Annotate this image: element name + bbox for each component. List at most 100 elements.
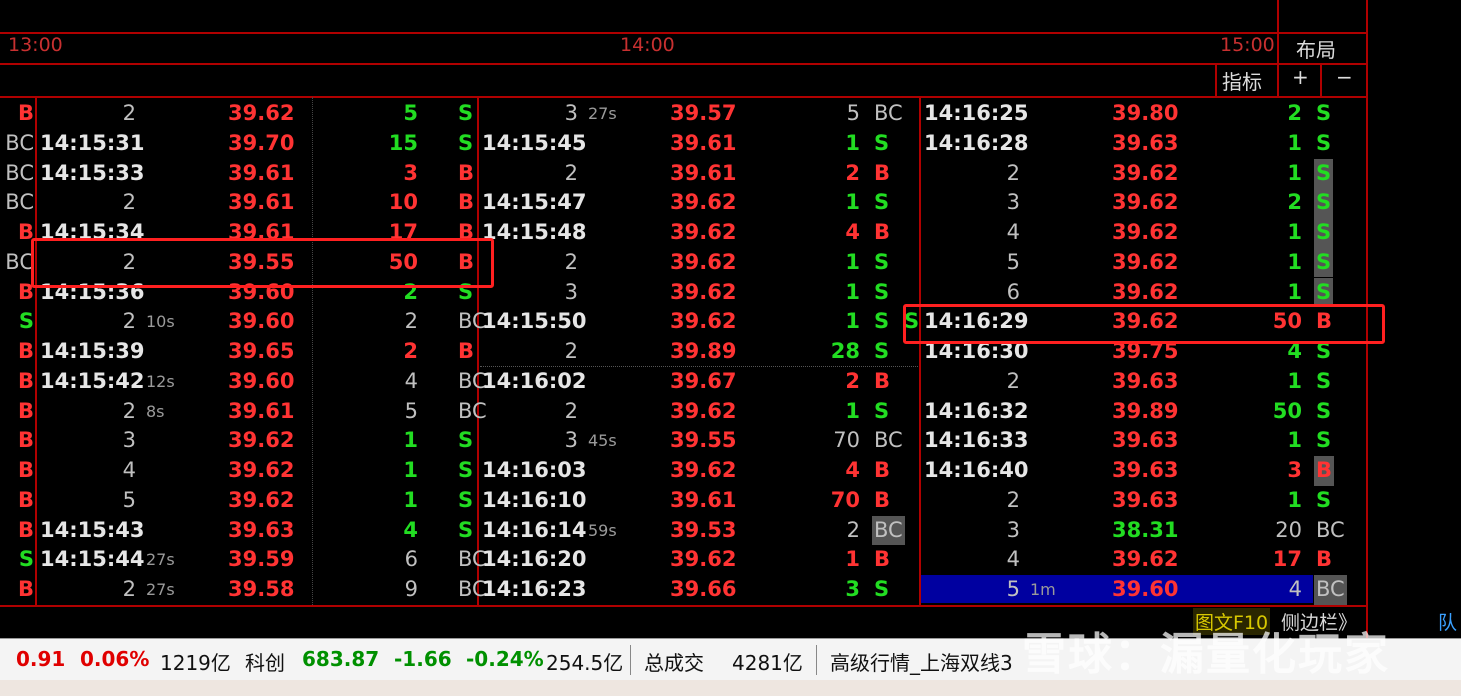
trade-seq: 2 <box>564 160 578 185</box>
trade-time: 14:15:47 <box>482 190 587 215</box>
interval-tag: 59s <box>588 520 617 540</box>
queue-tab[interactable]: 队 <box>1438 608 1457 635</box>
trade-side: S <box>458 458 474 482</box>
pre-side-flag: B <box>17 101 34 125</box>
trade-price: 39.60 <box>228 309 295 334</box>
trade-side: S <box>1314 188 1334 218</box>
col1-dotted-guide <box>312 97 313 605</box>
trade-side: BC <box>872 515 905 546</box>
trade-seq: 2 <box>564 339 578 363</box>
trade-price: 39.63 <box>1112 458 1179 482</box>
trade-price: 39.61 <box>670 160 737 185</box>
trade-qty: 2 <box>403 339 418 363</box>
axis-label-1500: 15:00 <box>1220 34 1275 56</box>
trade-price: 39.63 <box>1112 130 1179 155</box>
trade-price: 39.61 <box>670 487 737 512</box>
trade-qty: 5 <box>404 398 418 423</box>
trade-side: S <box>874 249 890 274</box>
highlight-box-right <box>903 304 1385 344</box>
kc-label[interactable]: 科创 <box>245 647 285 676</box>
trade-side: S <box>1316 398 1332 423</box>
trade-qty: 9 <box>404 577 418 601</box>
trade-side: B <box>458 160 475 185</box>
interval-tag: 27s <box>588 104 617 123</box>
trade-qty: 1 <box>403 428 418 453</box>
trade-price: 39.62 <box>228 487 295 512</box>
kc-index: 683.87 <box>302 647 380 671</box>
trade-seq: 3 <box>1006 517 1020 542</box>
trade-qty: 4 <box>845 458 860 482</box>
trade-price: 39.80 <box>1112 101 1179 125</box>
table-bottom-line <box>0 605 1366 607</box>
interval-tag: 8s <box>146 401 165 421</box>
trade-price: 38.31 <box>1112 517 1179 542</box>
trade-seq: 4 <box>1006 220 1020 244</box>
trade-side: S <box>458 517 474 542</box>
layout-button[interactable]: 布局 <box>1296 34 1336 63</box>
trade-qty: 1 <box>1287 160 1302 185</box>
axis-label-1300: 13:00 <box>8 34 63 56</box>
trade-time: 14:15:44 <box>40 547 145 572</box>
trade-side: B <box>458 339 475 363</box>
pre-side-flag: B <box>17 398 34 423</box>
trade-price: 39.62 <box>1112 160 1179 185</box>
col1-left-divider <box>35 97 37 605</box>
trade-side: S <box>874 190 890 215</box>
trade-seq: 5 <box>1006 249 1020 274</box>
kc-percent: -0.24% <box>466 647 544 671</box>
trade-price: 39.67 <box>670 368 737 393</box>
trade-qty: 1 <box>1287 428 1302 453</box>
trade-qty: 4 <box>1288 577 1302 601</box>
trade-qty: 3 <box>403 160 418 185</box>
indicator-button[interactable]: 指标 <box>1222 66 1262 95</box>
trade-side: B <box>458 190 475 215</box>
trade-qty: 4 <box>404 368 418 393</box>
trade-price: 39.89 <box>1112 398 1179 423</box>
trade-side: S <box>458 130 474 155</box>
axis-label-1400: 14:00 <box>620 34 675 56</box>
trade-price: 39.63 <box>1112 368 1179 393</box>
trade-time: 14:16:25 <box>924 101 1029 125</box>
trade-qty: 1 <box>1287 249 1302 274</box>
trade-price: 39.62 <box>1112 190 1179 215</box>
trade-qty: 1 <box>845 130 860 155</box>
pre-side-flag: S <box>18 547 34 572</box>
trade-qty: 1 <box>1287 487 1302 512</box>
trade-qty: 2 <box>1287 190 1302 215</box>
trade-side: S <box>1316 101 1332 125</box>
trade-price: 39.62 <box>670 279 737 304</box>
indicator-divider <box>1215 64 1217 96</box>
trade-price: 39.62 <box>670 458 737 482</box>
trade-qty: 70 <box>830 487 860 512</box>
trade-price: 39.62 <box>1112 249 1179 274</box>
status-value-2: 0.06% <box>80 647 150 671</box>
trade-qty: 1 <box>845 249 860 274</box>
table-top-line <box>0 96 1366 98</box>
zoom-out-button[interactable]: − <box>1336 65 1353 89</box>
status-separator-2 <box>816 645 817 675</box>
trade-price: 39.62 <box>670 547 737 572</box>
zoom-in-button[interactable]: + <box>1292 65 1309 89</box>
trade-qty: 2 <box>1287 101 1302 125</box>
trade-side: B <box>874 487 891 512</box>
trade-side: B <box>874 160 891 185</box>
trade-price: 39.61 <box>228 160 295 185</box>
trade-time: 14:15:45 <box>482 130 587 155</box>
trade-qty: 1 <box>845 398 860 423</box>
trade-qty: 5 <box>403 101 418 125</box>
trade-seq: 4 <box>122 458 136 482</box>
trade-qty: 20 <box>1275 517 1302 542</box>
pre-side-flag: BC <box>5 249 34 274</box>
trade-qty: 1 <box>845 190 860 215</box>
trade-time: 14:16:23 <box>482 577 587 601</box>
trade-side: S <box>1316 428 1332 453</box>
trade-qty: 2 <box>846 517 860 542</box>
trade-side: S <box>1316 368 1332 393</box>
trade-price: 39.62 <box>670 190 737 215</box>
trade-qty: 3 <box>845 577 860 601</box>
pre-side-flag: BC <box>5 130 34 155</box>
trade-side: S <box>458 101 474 125</box>
feed-label[interactable]: 高级行情_上海双线3 <box>830 647 1013 676</box>
watermark: 雪球：漏量化玩家 <box>1022 629 1390 680</box>
pre-side-flag: B <box>17 458 34 482</box>
